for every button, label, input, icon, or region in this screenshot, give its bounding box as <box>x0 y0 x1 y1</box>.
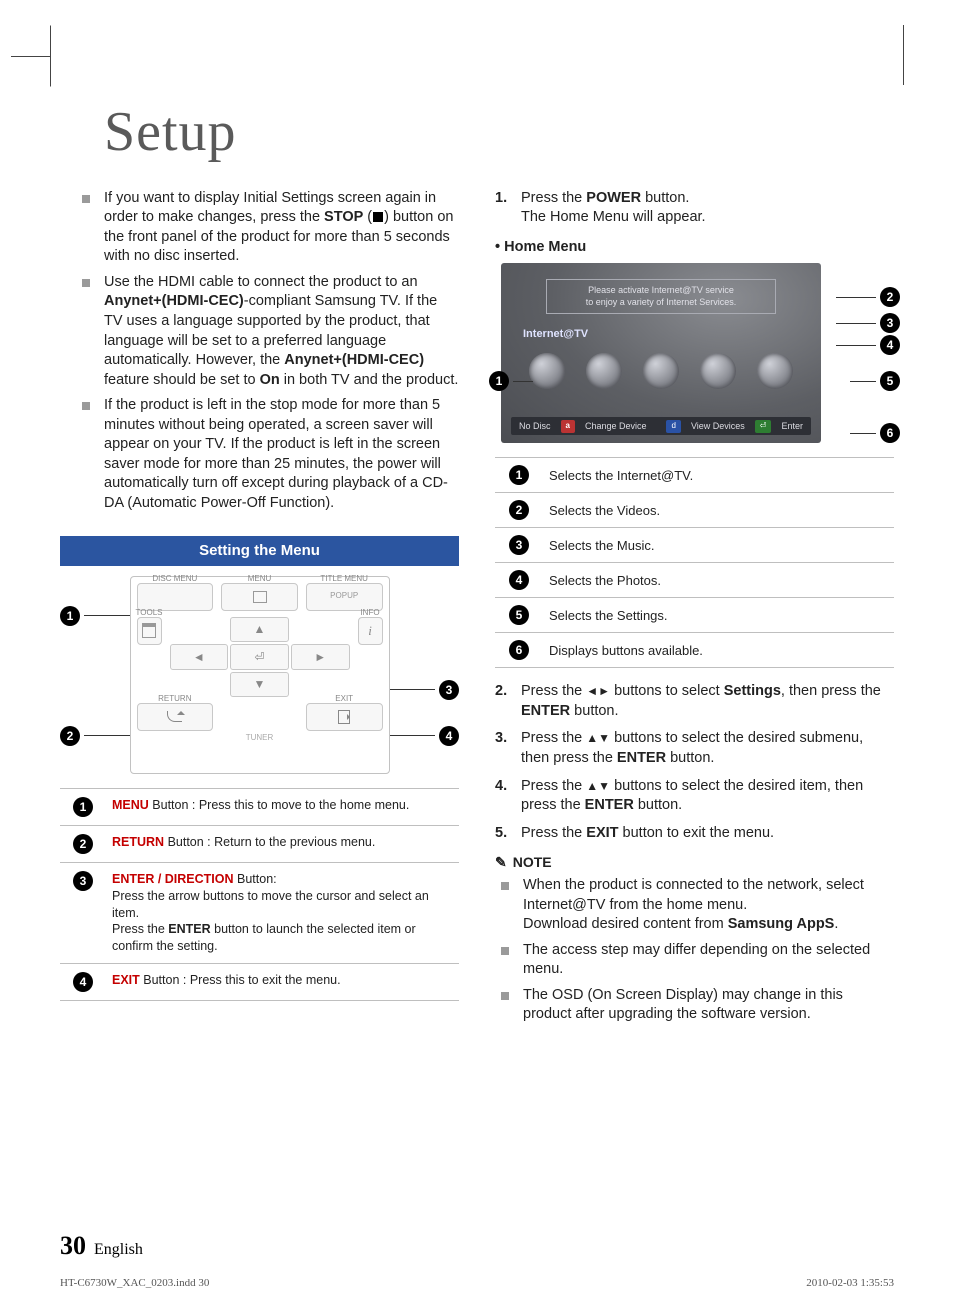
remote-info: INFOi <box>358 617 383 645</box>
remote-callout-2: 2 <box>60 726 80 746</box>
imprint-line: HT-C6730W_XAC_0203.indd 30 2010-02-03 1:… <box>60 1277 894 1289</box>
imprint-file: HT-C6730W_XAC_0203.indd 30 <box>60 1277 209 1289</box>
legend-badge-3: 3 <box>73 871 93 891</box>
tip-stop: If you want to display Initial Settings … <box>82 189 459 267</box>
step-4: Press the ▲▼ buttons to select the desir… <box>495 777 894 816</box>
hm-callout-4: 4 <box>880 335 900 355</box>
hm-callout-3: 3 <box>880 313 900 333</box>
dpad-left: ◄ <box>170 644 229 669</box>
hm-callout-5: 5 <box>880 371 900 391</box>
tip-anynet: Use the HDMI cable to connect the produc… <box>82 273 459 390</box>
page-language: English <box>94 1241 143 1259</box>
page-number: 30 <box>60 1231 86 1261</box>
left-column: If you want to display Initial Settings … <box>60 189 459 1031</box>
remote-menu: MENU <box>221 583 298 611</box>
remote-callout-1: 1 <box>60 606 80 626</box>
remote-callout-4: 4 <box>439 726 459 746</box>
right-column: Press the POWER button. The Home Menu wi… <box>495 189 894 1031</box>
section-bar-setting-menu: Setting the Menu <box>60 536 459 566</box>
note-1: When the product is connected to the net… <box>501 876 894 935</box>
page-title: Setup <box>104 95 894 171</box>
hm-callout-1: 1 <box>489 371 509 391</box>
remote-return: RETURN <box>137 703 214 731</box>
remote-legend-table: 1 MENU Button : Press this to move to th… <box>60 788 459 1001</box>
remote-diagram: 1 3 2 4 <box>60 576 459 774</box>
page-footer: 30 English <box>60 1231 894 1261</box>
hm-icon-3 <box>643 353 679 389</box>
home-legend-table: 1Selects the Internet@TV. 2Selects the V… <box>495 457 894 668</box>
crop-mark-left <box>50 25 51 87</box>
crop-mark-right <box>903 25 904 85</box>
home-menu-heading: • Home Menu <box>495 238 894 258</box>
remote-callout-3: 3 <box>439 680 459 700</box>
step-5: Press the EXIT button to exit the menu. <box>495 824 894 844</box>
dpad-down: ▼ <box>230 672 289 697</box>
legend-badge-2: 2 <box>73 834 93 854</box>
hm-callout-6: 6 <box>880 423 900 443</box>
legend-badge-1: 1 <box>73 797 93 817</box>
hm-icon-1 <box>529 353 565 389</box>
note-3: The OSD (On Screen Display) may change i… <box>501 986 894 1025</box>
legend-badge-4: 4 <box>73 972 93 992</box>
dpad-up: ▲ <box>230 617 289 642</box>
remote-exit: EXIT <box>306 703 383 731</box>
stop-icon <box>373 212 383 222</box>
hm-icon-4 <box>700 353 736 389</box>
remote-disc-menu: DISC MENU <box>137 583 214 611</box>
note-heading: ✎ NOTE <box>495 853 894 872</box>
note-2: The access step may differ depending on … <box>501 941 894 980</box>
hm-callout-2: 2 <box>880 287 900 307</box>
remote-tuner-label: TUNER <box>246 733 274 744</box>
step-3: Press the ▲▼ buttons to select the desir… <box>495 729 894 768</box>
home-menu-diagram: Please activate Internet@TV service to e… <box>495 263 894 443</box>
remote-tools: TOOLS <box>137 617 162 645</box>
dpad-enter: ⏎ <box>230 644 289 669</box>
pencil-icon: ✎ <box>495 853 507 872</box>
imprint-timestamp: 2010-02-03 1:35:53 <box>806 1277 894 1289</box>
dpad-right: ► <box>291 644 350 669</box>
hm-tab: Internet@TV <box>523 327 588 342</box>
hm-bottom-bar: No Disc aChange Device dView Devices ⏎En… <box>511 417 811 435</box>
step-1: Press the POWER button. The Home Menu wi… <box>495 189 894 228</box>
tip-screensaver: If the product is left in the stop mode … <box>82 396 459 513</box>
hm-icon-5 <box>757 353 793 389</box>
remote-title-menu: TITLE MENUPOPUP <box>306 583 383 611</box>
hm-icon-2 <box>586 353 622 389</box>
hm-banner: Please activate Internet@TV service to e… <box>546 279 776 313</box>
step-2: Press the ◄► buttons to select Settings,… <box>495 682 894 721</box>
